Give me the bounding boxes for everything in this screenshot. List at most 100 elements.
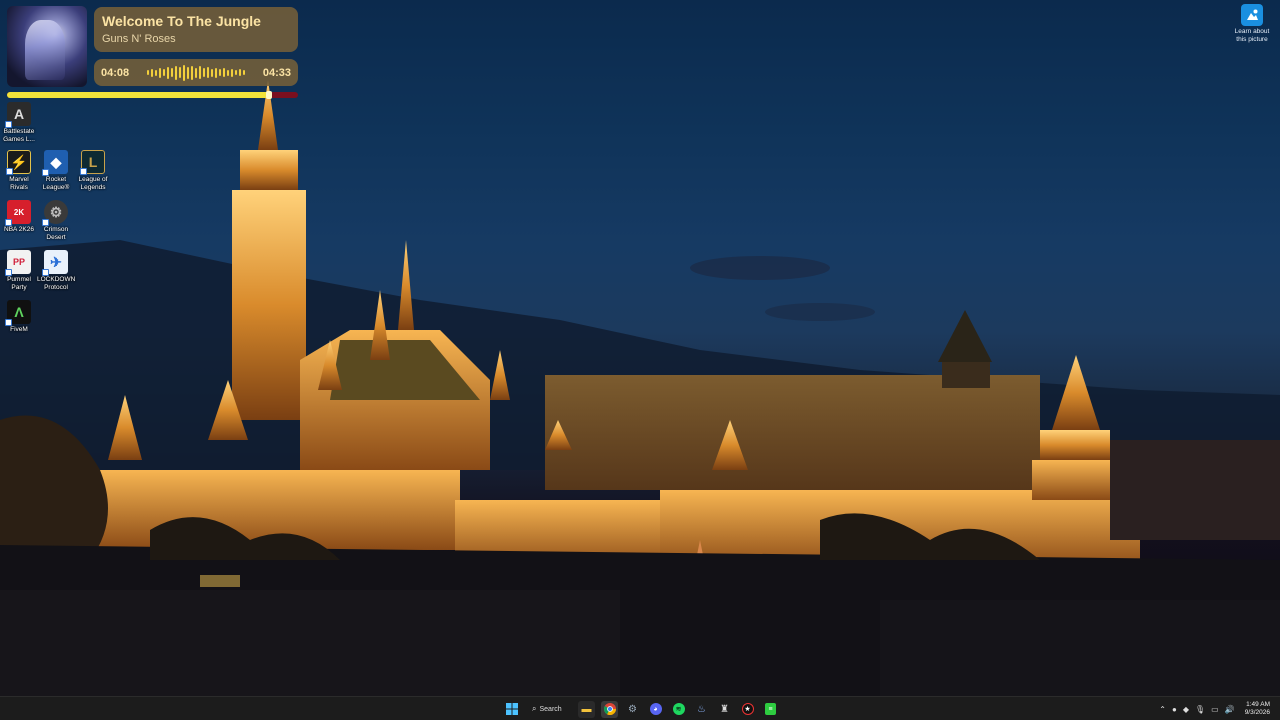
record-icon[interactable]: ● (1172, 705, 1177, 714)
start-icon (505, 703, 518, 715)
desktop-icon-label: Crimson Desert (43, 226, 69, 241)
search-icon: ⌕ (532, 704, 537, 713)
progress-knob[interactable] (265, 91, 272, 99)
waveform-bar (199, 66, 201, 79)
desktop-icon-marvel-rivals[interactable]: ⚡ Marvel Rivals (0, 150, 38, 192)
desktop-icon-label: NBA 2K26 (4, 226, 34, 233)
desktop-icon-battlestate[interactable]: A Battlestate Games L... (0, 102, 38, 144)
start-button[interactable] (503, 701, 520, 718)
search-label: Search (539, 705, 562, 713)
now-playing-info[interactable]: Welcome To The Jungle Guns N' Roses (94, 7, 298, 52)
system-tray: ⌃ ● ◆ 🎙 ▭ 🔊 1:49 AM 9/3/2026 (1159, 697, 1280, 720)
waveform-bar (183, 64, 185, 81)
waveform-bar (167, 66, 169, 79)
waveform-bar (235, 70, 237, 75)
playback-panel: 04:08 04:33 (94, 59, 298, 86)
wallpaper-scene (0, 80, 1280, 696)
spotlight-icon (1241, 4, 1263, 26)
waveform-bar (239, 69, 241, 76)
waveform-bar (175, 65, 177, 80)
track-artist: Guns N' Roses (102, 33, 176, 45)
file-explorer-button[interactable]: ▬ (578, 700, 595, 718)
settings-button[interactable]: ⚙ (624, 701, 641, 718)
waveform-bar (195, 67, 197, 78)
nba-2k26-icon: 2K (5, 200, 31, 226)
lockdown-protocol-icon: ✈ (42, 250, 68, 276)
spotify-icon: ≋ (672, 703, 685, 715)
security-icon[interactable]: ◆ (1183, 705, 1189, 714)
waveform-bar (219, 69, 221, 76)
waveform-bar (187, 66, 189, 79)
shortcut-arrow-icon (80, 168, 87, 175)
taskbar-search[interactable]: ⌕ Search (526, 701, 572, 718)
notes-button[interactable]: ≡ (762, 701, 779, 718)
shortcut-arrow-icon (5, 319, 12, 326)
waveform-bar (215, 67, 217, 78)
task-icon: ♜ (720, 703, 729, 715)
clock-time: 1:49 AM (1246, 701, 1270, 708)
rockstar-icon: ★ (741, 703, 754, 715)
learn-about-picture[interactable]: Learn about this picture (1230, 4, 1274, 44)
fivem-icon: Λ (5, 300, 31, 326)
shortcut-arrow-icon (42, 269, 49, 276)
desktop-icon-fivem[interactable]: Λ FiveM (0, 300, 38, 334)
steam-icon: ♨ (697, 703, 706, 715)
waveform-bar (179, 67, 181, 78)
taskbar-apps: ⌕ Search ▬ ⚙ ◕ ≋ ♨ ♜ ★ ≡ (503, 697, 779, 720)
shortcut-arrow-icon (5, 269, 12, 276)
file-explorer-icon: ▬ (581, 703, 592, 715)
desktop-icon-nba-2k26[interactable]: 2K NBA 2K26 (0, 200, 38, 234)
network-icon[interactable]: ▭ (1211, 705, 1219, 714)
desktop-icon-rocket-league[interactable]: ◆ Rocket League® (37, 150, 75, 192)
task-button[interactable]: ♜ (716, 701, 733, 718)
spotify-button[interactable]: ≋ (670, 701, 687, 718)
album-art[interactable] (7, 6, 87, 87)
steam-button[interactable]: ♨ (693, 701, 710, 718)
desktop-icon-lockdown-protocol[interactable]: ✈ LOCKDOWN Protocol (37, 250, 75, 292)
desktop-icon-label: FiveM (10, 326, 28, 333)
discord-icon: ◕ (649, 703, 662, 715)
waveform-bar (155, 69, 157, 76)
chrome-icon (603, 703, 616, 715)
waveform-bar (151, 68, 153, 77)
rockstar-button[interactable]: ★ (739, 701, 756, 718)
desktop-wallpaper (0, 0, 1280, 696)
progress-bar[interactable] (7, 92, 298, 98)
album-art-figure (25, 20, 65, 80)
shortcut-arrow-icon (42, 219, 49, 226)
clock[interactable]: 1:49 AM 9/3/2026 (1245, 701, 1270, 717)
discord-button[interactable]: ◕ (647, 701, 664, 718)
chevron-up-icon[interactable]: ⌃ (1159, 705, 1166, 714)
waveform-bar (231, 68, 233, 77)
desktop-icon-label: Battlestate Games L... (3, 128, 35, 143)
waveform-bar (171, 68, 173, 77)
rocket-league-icon: ◆ (42, 150, 68, 176)
waveform-bar (211, 68, 213, 77)
volume-icon[interactable]: 🔊 (1225, 705, 1235, 714)
waveform-bar (227, 69, 229, 76)
desktop-icon-label: Pummel Party (7, 276, 31, 291)
desktop-icon-pummel-party[interactable]: PP Pummel Party (0, 250, 38, 292)
desktop-icon-label: Marvel Rivals (9, 176, 29, 191)
progress-bar-fill (7, 92, 269, 98)
pummel-party-icon: PP (5, 250, 31, 276)
clock-date: 9/3/2026 (1244, 709, 1270, 716)
shortcut-arrow-icon (5, 121, 12, 128)
league-of-legends-icon: L (80, 150, 105, 175)
learn-about-label: Learn about this picture (1234, 28, 1270, 43)
audio-waveform (147, 64, 245, 82)
desktop-icon-league-of-legends[interactable]: L League of Legends (74, 150, 112, 192)
desktop-icon-crimson-desert[interactable]: ⚙ Crimson Desert (37, 200, 75, 242)
crimson-desert-icon: ⚙ (42, 200, 68, 226)
track-title: Welcome To The Jungle (102, 13, 261, 29)
total-duration: 04:33 (262, 66, 291, 79)
chrome-button[interactable] (601, 700, 618, 718)
waveform-bar (163, 69, 165, 76)
shortcut-arrow-icon (42, 169, 49, 176)
microphone-icon[interactable]: 🎙 (1195, 705, 1205, 714)
taskbar: ⌕ Search ▬ ⚙ ◕ ≋ ♨ ♜ ★ ≡ ⌃ ● ◆ 🎙 ▭ 🔊 1:4… (0, 696, 1280, 720)
camera-info-glyph (1247, 9, 1258, 20)
settings-icon: ⚙ (628, 703, 637, 715)
waveform-bar (191, 65, 193, 80)
battlestate-icon: A (5, 102, 31, 128)
